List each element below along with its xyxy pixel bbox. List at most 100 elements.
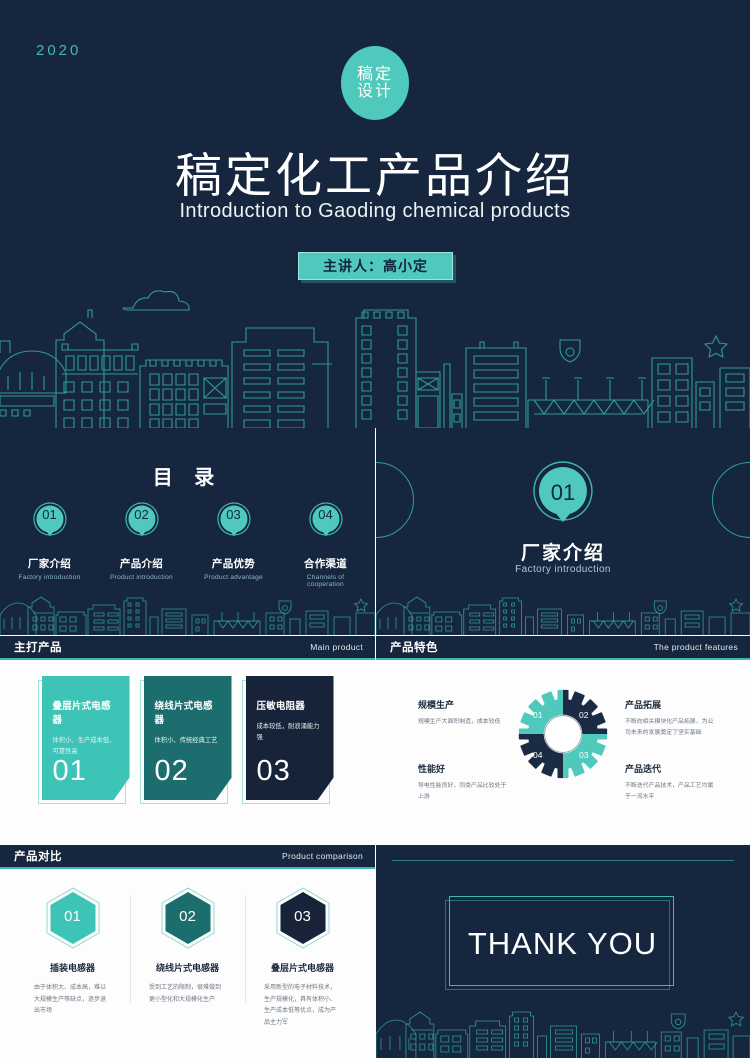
pin-marker-icon: 03 [212, 500, 256, 550]
toc-item-label-cn: 厂家介绍 [27, 558, 72, 570]
slide-product-comparison: 产品对比 Product comparison 01 插装电感器 由于体积大、成… [0, 845, 375, 1058]
cover-subtitle: Introduction to Gaoding chemical product… [179, 200, 571, 222]
cityscape-illustration [376, 589, 750, 635]
pin-marker-icon: 01 [28, 500, 72, 550]
pin-marker-icon: 02 [120, 500, 164, 550]
product-card-wrap-1: 叠层片式电感器 体积小、生产成本低、可靠性高 01 [37, 676, 130, 804]
toc-title: 目 录 [152, 467, 223, 489]
gear-number-04: 04 [533, 750, 543, 760]
gear-diagram-icon: 01 02 03 04 [517, 688, 609, 780]
comparison-column-2[interactable]: 02 绕线片式电感器 受到工艺的限制，很难做到更小型化和大规模化生产 [130, 887, 245, 1030]
header-title-en: Product comparison [282, 851, 363, 861]
cityscape-illustration [376, 1000, 750, 1058]
gear-number-02: 02 [579, 710, 589, 720]
toc-item-label-en: Product introduction [110, 574, 173, 581]
toc-item-number: 01 [42, 507, 57, 522]
decorative-ring-left [376, 462, 414, 538]
speaker-label: 主讲人：高小定 [323, 258, 428, 274]
toc-item-1[interactable]: 01 厂家介绍 Factory introduction [14, 500, 86, 588]
decorative-ring-right [712, 462, 750, 538]
comparison-desc: 由于体积大、成本高，难以大规模生产等缺点，逐步退出市场 [34, 985, 107, 1015]
header-title-en: The product features [653, 642, 738, 652]
feature-desc: 不断向相关模块化产品拓展，为公司未来的发展奠定了坚实基础 [625, 719, 714, 736]
comparison-title: 绕线片式电感器 [155, 963, 219, 973]
brand-logo-badge: 稿定 设计 [341, 46, 409, 120]
slide-header: 产品特色 The product features [376, 636, 750, 660]
hexagon-badge-icon: 01 [45, 887, 101, 949]
toc-item-number: 02 [134, 507, 149, 522]
feature-desc: 不断迭代产品技术，产品工艺均属于一流水平 [625, 783, 714, 800]
comparison-column-3[interactable]: 03 叠层片式电感器 采用新型的电子材料技术，生产规模化，具有体积小、生产成本低… [245, 887, 360, 1030]
section-title-en: Factory introduction [515, 564, 611, 575]
product-card-list: 叠层片式电感器 体积小、生产成本低、可靠性高 01 绕线片式电感器 体积小、传统… [0, 676, 375, 804]
comparison-number: 03 [294, 908, 311, 925]
feature-desc: 导电性能良好，同类产品比较处于上游 [418, 783, 507, 800]
logo-line-1: 稿定 [356, 65, 393, 83]
thank-you-box: THANK YOU [449, 896, 674, 986]
product-card-title: 压敏电阻器 [256, 701, 306, 712]
slide-section-divider: 01 厂家介绍 Factory introduction [376, 428, 750, 635]
pin-marker-icon: 04 [304, 500, 348, 550]
logo-line-2: 设计 [356, 83, 393, 100]
header-title-en: Main product [310, 642, 363, 652]
product-card-3[interactable]: 压敏电阻器 成本较低，耐浪涌能力强 03 [245, 676, 334, 800]
feature-item-4: 产品迭代 不断迭代产品技术，产品工艺均属于一流水平 [625, 762, 719, 803]
product-card-desc: 体积小、生产成本低、可靠性高 [52, 737, 116, 756]
slide-cover: 2020 稿定 设计 稿定化工产品介绍 Introduction to Gaod… [0, 0, 750, 428]
section-pin-marker-icon: 01 [524, 458, 602, 548]
cityscape-illustration [0, 278, 750, 428]
product-card-number: 03 [256, 755, 291, 787]
cityscape-illustration [0, 589, 375, 635]
feature-item-1: 规模生产 规模生产大面积制造，成本较低 [418, 698, 512, 728]
header-title-cn: 产品对比 [14, 851, 62, 863]
product-card-1[interactable]: 叠层片式电感器 体积小、生产成本低、可靠性高 01 [41, 676, 130, 800]
slide-product-features: 产品特色 The product features 01 02 03 04 规模… [376, 636, 750, 844]
toc-item-2[interactable]: 02 产品介绍 Product introduction [106, 500, 178, 588]
toc-item-number: 04 [318, 507, 333, 522]
cover-year: 2020 [36, 42, 82, 59]
toc-item-label-en: Product advantage [204, 574, 263, 581]
comparison-title: 叠层片式电感器 [270, 963, 334, 973]
toc-item-label-cn: 合作渠道 [303, 558, 348, 570]
hexagon-badge-icon: 02 [160, 887, 216, 949]
toc-item-3[interactable]: 03 产品优势 Product advantage [198, 500, 270, 588]
toc-item-list: 01 厂家介绍 Factory introduction 02 产品介绍 Pro… [0, 500, 375, 588]
feature-desc: 规模生产大面积制造，成本较低 [418, 719, 501, 725]
toc-item-4[interactable]: 04 合作渠道 Channels of cooperation [290, 500, 362, 588]
hexagon-badge-icon: 03 [275, 887, 331, 949]
comparison-desc: 受到工艺的限制，很难做到更小型化和大规模化生产 [149, 985, 222, 1003]
product-card-wrap-2: 绕线片式电感器 体积小、传统经典工艺 02 [139, 676, 232, 804]
toc-item-label-cn: 产品优势 [211, 558, 256, 570]
toc-item-number: 03 [226, 507, 241, 522]
slide-main-product: 主打产品 Main product 叠层片式电感器 体积小、生产成本低、可靠性高… [0, 636, 375, 844]
product-card-desc: 成本较低，耐浪涌能力强 [256, 723, 320, 742]
feature-item-3: 性能好 导电性能良好，同类产品比较处于上游 [418, 762, 512, 803]
toc-item-label-cn: 产品介绍 [119, 558, 164, 570]
comparison-column-1[interactable]: 01 插装电感器 由于体积大、成本高，难以大规模生产等缺点，逐步退出市场 [15, 887, 130, 1030]
comparison-number: 01 [64, 908, 81, 925]
feature-title: 性能好 [418, 764, 446, 774]
slide-table-of-contents: 目 录 01 厂家介绍 Factory introduction 02 产品介绍… [0, 428, 375, 635]
comparison-number: 02 [179, 908, 196, 925]
feature-title: 规模生产 [418, 700, 455, 710]
feature-title: 产品迭代 [625, 764, 662, 774]
cover-title: 稿定化工产品介绍 [175, 149, 575, 202]
gear-number-03: 03 [579, 750, 589, 760]
header-title-cn: 主打产品 [14, 642, 62, 654]
section-title-cn: 厂家介绍 [520, 543, 605, 564]
divider-line [392, 860, 734, 861]
product-card-wrap-3: 压敏电阻器 成本较低，耐浪涌能力强 03 [241, 676, 334, 804]
slide-header: 产品对比 Product comparison [0, 845, 375, 869]
product-card-number: 02 [154, 755, 189, 787]
header-title-cn: 产品特色 [390, 642, 438, 654]
slide-header: 主打产品 Main product [0, 636, 375, 660]
product-card-2[interactable]: 绕线片式电感器 体积小、传统经典工艺 02 [143, 676, 232, 800]
presentation-deck: 2020 稿定 设计 稿定化工产品介绍 Introduction to Gaod… [0, 0, 750, 1058]
gear-number-01: 01 [533, 710, 543, 720]
toc-item-label-en: Channels of cooperation [306, 574, 345, 588]
section-number: 01 [550, 480, 576, 505]
slide-thank-you: THANK YOU [376, 845, 750, 1058]
feature-title: 产品拓展 [625, 700, 662, 710]
comparison-desc: 采用新型的电子材料技术，生产规模化，具有体积小、生产成本低等优点，成为产品主力军 [264, 985, 337, 1027]
toc-item-label-en: Factory introduction [18, 574, 81, 581]
